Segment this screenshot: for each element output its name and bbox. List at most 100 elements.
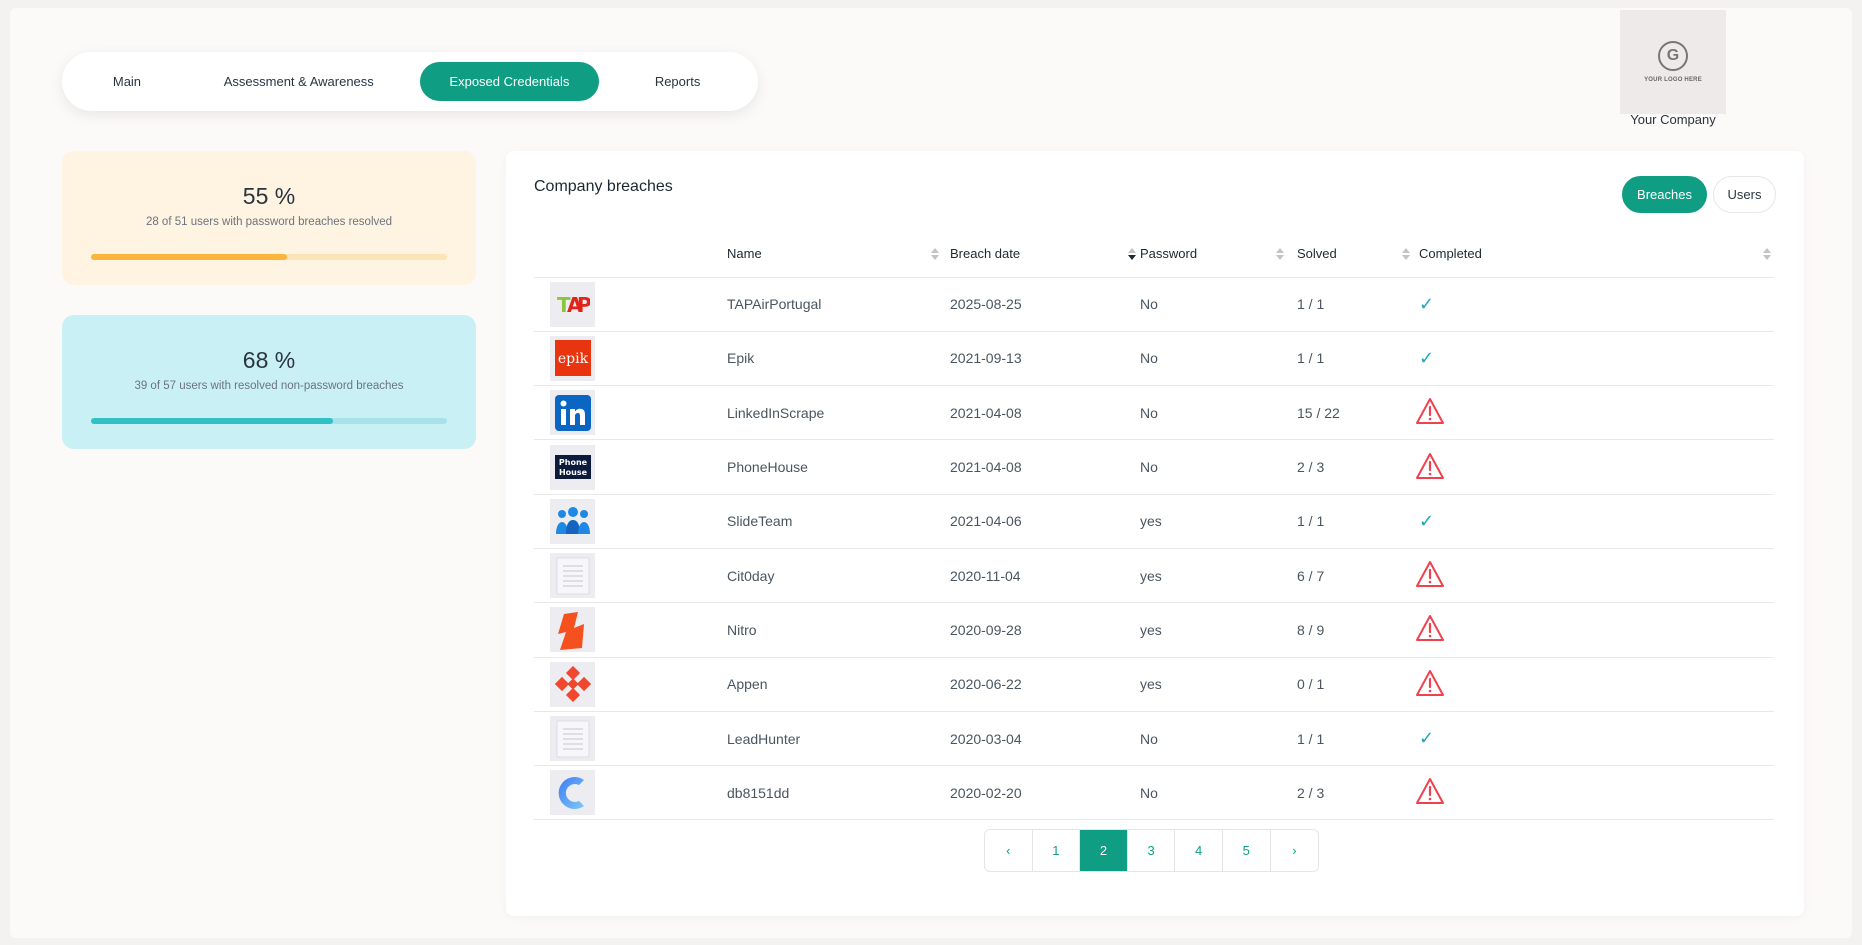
breach-completed-status — [1416, 548, 1774, 604]
stat-percent: 68 % — [242, 347, 296, 373]
column-header-password[interactable]: Password — [1128, 231, 1297, 278]
breach-solved: 8 / 9 — [1297, 602, 1419, 658]
breach-date: 2021-04-08 — [950, 439, 1140, 495]
breaches-toggle-button[interactable]: Breaches — [1622, 176, 1707, 213]
document-placeholder-icon — [550, 716, 595, 762]
warning-icon — [1415, 614, 1445, 645]
progress-bar — [91, 418, 447, 424]
table-row[interactable]: SlideTeam 2021-04-06 yes 1 / 1 ✓ — [534, 494, 1774, 549]
breaches-table: Name Breach date Password Solved Complet… — [534, 231, 1774, 821]
panel-title: Company breaches — [534, 178, 673, 195]
breach-solved: 1 / 1 — [1297, 331, 1419, 387]
pagination: ‹ 1 2 3 4 5 › — [984, 829, 1320, 872]
breach-completed-status: ✓ — [1419, 331, 1774, 387]
breach-password: No — [1140, 331, 1297, 387]
completed-check-icon: ✓ — [1419, 293, 1435, 314]
breach-name: Cit0day — [727, 548, 950, 604]
breach-completed-status — [1416, 765, 1774, 821]
breach-name: SlideTeam — [727, 494, 950, 549]
table-row[interactable]: epik Epik 2021-09-13 No 1 / 1 ✓ — [534, 331, 1774, 387]
breach-name: PhoneHouse — [727, 439, 950, 495]
warning-icon — [1415, 669, 1445, 700]
pagination-page-4[interactable]: 4 — [1175, 830, 1223, 871]
table-row[interactable]: Cit0day 2020-11-04 yes 6 / 7 — [534, 548, 1774, 604]
breach-date: 2020-02-20 — [950, 765, 1140, 821]
breach-logo-cell — [534, 657, 727, 712]
breach-solved: 6 / 7 — [1297, 548, 1419, 604]
breach-logo-cell: TAP — [534, 277, 727, 332]
column-header-completed[interactable]: Completed — [1419, 231, 1774, 278]
pagination-page-1[interactable]: 1 — [1033, 830, 1081, 871]
breach-date: 2020-09-28 — [950, 602, 1140, 658]
users-toggle-button[interactable]: Users — [1713, 176, 1776, 213]
breach-name: LeadHunter — [727, 711, 950, 767]
column-header-solved[interactable]: Solved — [1297, 231, 1419, 278]
pagination-page-3[interactable]: 3 — [1128, 830, 1176, 871]
breach-date: 2020-06-22 — [950, 657, 1140, 712]
breach-name: Epik — [727, 331, 950, 387]
stat-description: 39 of 57 users with resolved non-passwor… — [134, 380, 404, 392]
pagination-page-5[interactable]: 5 — [1223, 830, 1271, 871]
logo-caption: YOUR LOGO HERE — [1644, 77, 1702, 83]
tab-main[interactable]: Main — [70, 62, 184, 101]
breach-logo-cell — [534, 602, 727, 658]
breach-completed-status — [1416, 439, 1774, 495]
sort-icon[interactable] — [931, 247, 939, 261]
breach-logo-cell: epik — [534, 331, 727, 387]
linkedin-logo — [550, 390, 595, 436]
breach-password: yes — [1140, 494, 1297, 549]
table-row[interactable]: LeadHunter 2020-03-04 No 1 / 1 ✓ — [534, 711, 1774, 767]
breach-name: db8151dd — [727, 765, 950, 821]
pagination-page-2[interactable]: 2 — [1080, 830, 1128, 871]
table-header-row: Name Breach date Password Solved Complet… — [534, 231, 1774, 278]
breach-completed-status — [1416, 385, 1774, 441]
sort-icon[interactable] — [1763, 247, 1771, 261]
breach-date: 2025-08-25 — [950, 277, 1140, 332]
progress-bar-fill — [91, 418, 334, 424]
breach-solved: 15 / 22 — [1297, 385, 1419, 441]
sort-icon[interactable] — [1276, 247, 1284, 261]
logo-mark-icon: G — [1658, 41, 1688, 71]
sort-icon[interactable] — [1402, 247, 1410, 261]
top-nav: Main Assessment & Awareness Exposed Cred… — [62, 52, 758, 111]
warning-icon — [1415, 452, 1445, 483]
pagination-next-button[interactable]: › — [1271, 830, 1319, 871]
svg-text:P: P — [577, 293, 590, 316]
table-row[interactable]: T A P TAPAirPortugal 2025-08-25 No 1 / 1 ✓ — [534, 277, 1774, 332]
slideteam-logo — [550, 498, 595, 544]
company-logo: G YOUR LOGO HERE — [1620, 10, 1726, 114]
table-row[interactable]: Nitro 2020-09-28 yes 8 / 9 — [534, 602, 1774, 658]
breach-solved: 0 / 1 — [1297, 657, 1419, 712]
svg-text:epik: epik — [557, 351, 588, 367]
password-breaches-stat-card: 55 % 28 of 51 users with password breach… — [62, 151, 476, 285]
breach-logo-cell — [534, 494, 727, 549]
table-row[interactable]: db8151dd 2020-02-20 No 2 / 3 — [534, 765, 1774, 821]
breach-logo-cell — [534, 548, 727, 604]
breach-date: 2021-04-08 — [950, 385, 1140, 441]
svg-text:House: House — [558, 468, 587, 477]
epik-logo: epik — [550, 335, 595, 381]
breach-password: No — [1140, 711, 1297, 767]
breach-password: yes — [1140, 548, 1297, 604]
column-header-breach-date[interactable]: Breach date — [950, 231, 1140, 278]
logo-column-header — [534, 231, 727, 278]
breach-logo-cell — [534, 711, 727, 767]
column-header-name[interactable]: Name — [727, 231, 950, 278]
breach-name: LinkedInScrape — [727, 385, 950, 441]
breach-date: 2021-09-13 — [950, 331, 1140, 387]
breach-solved: 2 / 3 — [1297, 765, 1419, 821]
breach-name: Nitro — [727, 602, 950, 658]
table-row[interactable]: Appen 2020-06-22 yes 0 / 1 — [534, 657, 1774, 712]
tab-reports[interactable]: Reports — [605, 62, 750, 101]
pagination-prev-button[interactable]: ‹ — [985, 830, 1033, 871]
breach-date: 2020-03-04 — [950, 711, 1140, 767]
document-placeholder-icon — [550, 553, 595, 599]
breach-name: TAPAirPortugal — [727, 277, 950, 332]
table-row[interactable]: LinkedInScrape 2021-04-08 No 15 / 22 — [534, 385, 1774, 441]
breach-logo-cell: Phone House — [534, 439, 727, 495]
breach-completed-status: ✓ — [1419, 711, 1774, 767]
sort-desc-icon[interactable] — [1128, 247, 1136, 261]
tab-exposed-credentials[interactable]: Exposed Credentials — [419, 62, 600, 101]
table-row[interactable]: Phone House PhoneHouse 2021-04-08 No 2 / 3 — [534, 439, 1774, 495]
tab-assessment-awareness[interactable]: Assessment & Awareness — [184, 62, 414, 101]
